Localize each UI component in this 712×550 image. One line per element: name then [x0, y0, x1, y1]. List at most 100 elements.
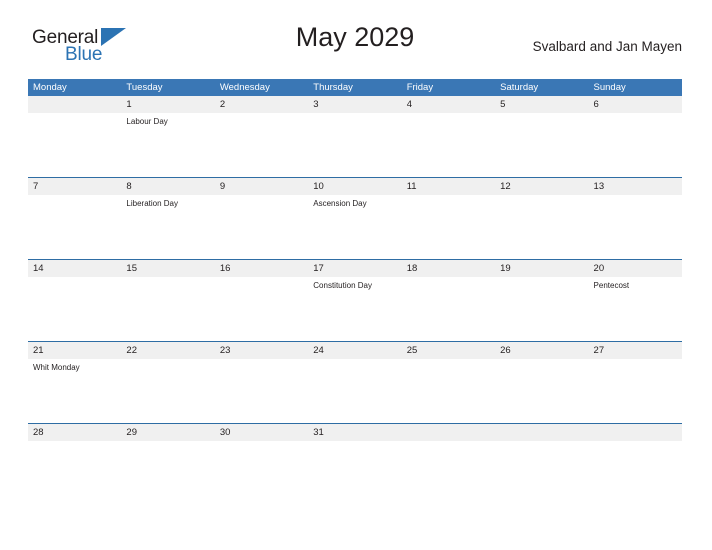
day-events — [215, 113, 308, 177]
weekday-header-thursday: Thursday — [313, 82, 353, 93]
day-events — [589, 113, 682, 177]
calendar-week-row: 1 2 3 4 5 6 Labour Day — [28, 96, 682, 177]
day-number[interactable]: 22 — [121, 342, 214, 359]
day-events: Pentecost — [589, 277, 682, 341]
week-event-strip — [28, 441, 682, 471]
day-number-empty — [28, 96, 121, 113]
day-events — [121, 277, 214, 341]
day-events — [121, 359, 214, 423]
day-number[interactable]: 29 — [121, 424, 214, 441]
weekday-header-row: Monday Tuesday Wednesday Thursday Friday… — [28, 79, 682, 96]
day-events — [215, 195, 308, 259]
day-events — [28, 277, 121, 341]
day-events — [402, 195, 495, 259]
day-number[interactable]: 13 — [589, 178, 682, 195]
day-number[interactable]: 1 — [121, 96, 214, 113]
day-events — [495, 113, 588, 177]
day-number[interactable]: 3 — [308, 96, 401, 113]
holiday-label: Labour Day — [126, 117, 168, 126]
day-number[interactable]: 24 — [308, 342, 401, 359]
calendar-week-row: 7 8 9 10 11 12 13 Liberation Day Ascension Day — [28, 177, 682, 259]
day-number[interactable]: 19 — [495, 260, 588, 277]
week-number-strip: 123456 — [28, 96, 682, 113]
day-events — [308, 441, 401, 471]
week-event-strip: Liberation Day Ascension Day — [28, 195, 682, 259]
day-events: Liberation Day — [121, 195, 214, 259]
day-number[interactable]: 17 — [308, 260, 401, 277]
day-events — [402, 441, 495, 471]
day-events — [495, 277, 588, 341]
day-number[interactable]: 26 — [495, 342, 588, 359]
day-events: Constitution Day — [308, 277, 401, 341]
day-events — [402, 359, 495, 423]
day-number[interactable]: 8 — [121, 178, 214, 195]
day-number[interactable]: 28 — [28, 424, 121, 441]
calendar-week-row: 14 15 16 17 18 19 20 Constitution Day Pentecost — [28, 259, 682, 341]
day-events — [589, 195, 682, 259]
day-number[interactable]: 4 — [402, 96, 495, 113]
day-number[interactable]: 15 — [121, 260, 214, 277]
day-events — [589, 441, 682, 471]
weekday-header-saturday: Saturday — [500, 82, 539, 93]
calendar-page: General Blue May 2029 Svalbard and Jan M… — [0, 0, 712, 550]
day-number[interactable]: 5 — [495, 96, 588, 113]
holiday-label: Ascension Day — [313, 199, 367, 208]
day-events — [495, 441, 588, 471]
day-events — [215, 277, 308, 341]
day-events: Whit Monday — [28, 359, 121, 423]
day-number[interactable]: 2 — [215, 96, 308, 113]
day-number[interactable]: 21 — [28, 342, 121, 359]
day-number[interactable]: 27 — [589, 342, 682, 359]
day-number[interactable]: 18 — [402, 260, 495, 277]
day-events — [308, 113, 401, 177]
day-number[interactable]: 10 — [308, 178, 401, 195]
weekday-header-tuesday: Tuesday — [126, 82, 163, 93]
day-number[interactable]: 20 — [589, 260, 682, 277]
week-event-strip: Labour Day — [28, 113, 682, 177]
day-number[interactable]: 7 — [28, 178, 121, 195]
calendar-weeks: 1 2 3 4 5 6 Labour Day 7 8 9 10 11 12 13 Liberation Da… — [28, 96, 682, 471]
holiday-label: Constitution Day — [313, 281, 372, 290]
day-events — [495, 195, 588, 259]
weekday-header-friday: Friday — [406, 82, 434, 93]
day-events — [308, 359, 401, 423]
week-number-strip: 14 15 16 17 18 19 20 — [28, 260, 682, 277]
day-events — [589, 359, 682, 423]
holiday-label: Whit Monday — [33, 363, 80, 372]
weekday-header-wednesday: Wednesday — [219, 82, 270, 93]
day-number-empty — [589, 424, 682, 441]
week-number-strip: 21 22 23 24 25 26 27 — [28, 342, 682, 359]
day-number[interactable]: 9 — [215, 178, 308, 195]
region-label: Svalbard and Jan Mayen — [532, 39, 682, 54]
day-number[interactable]: 30 — [215, 424, 308, 441]
day-events — [402, 113, 495, 177]
holiday-label: Pentecost — [593, 281, 630, 290]
day-number[interactable]: 11 — [402, 178, 495, 195]
day-number[interactable]: 31 — [308, 424, 401, 441]
day-events — [215, 441, 308, 471]
day-events — [121, 441, 214, 471]
day-number[interactable]: 25 — [402, 342, 495, 359]
day-number-empty — [495, 424, 588, 441]
holiday-label: Liberation Day — [126, 199, 179, 208]
day-number[interactable]: 23 — [215, 342, 308, 359]
day-number[interactable]: 12 — [495, 178, 588, 195]
week-event-strip: Whit Monday — [28, 359, 682, 423]
day-number[interactable]: 6 — [589, 96, 682, 113]
weekday-header-sunday: Sunday — [593, 82, 626, 93]
day-number[interactable]: 16 — [215, 260, 308, 277]
weekday-header-monday: Monday — [33, 82, 67, 93]
week-event-strip: Constitution Day Pentecost — [28, 277, 682, 341]
day-events — [28, 441, 121, 471]
day-events — [28, 195, 121, 259]
day-number-empty — [402, 424, 495, 441]
calendar-grid: Monday Tuesday Wednesday Thursday Friday… — [28, 79, 682, 471]
week-number-strip: 28 29 30 31 — [28, 424, 682, 441]
day-number[interactable]: 14 — [28, 260, 121, 277]
page-header: General Blue May 2029 Svalbard and Jan M… — [28, 22, 682, 74]
day-events — [28, 113, 121, 177]
day-events — [402, 277, 495, 341]
calendar-week-row: 21 22 23 24 25 26 27 Whit Monday — [28, 341, 682, 423]
calendar-week-row: 28 29 30 31 — [28, 423, 682, 471]
day-events — [495, 359, 588, 423]
